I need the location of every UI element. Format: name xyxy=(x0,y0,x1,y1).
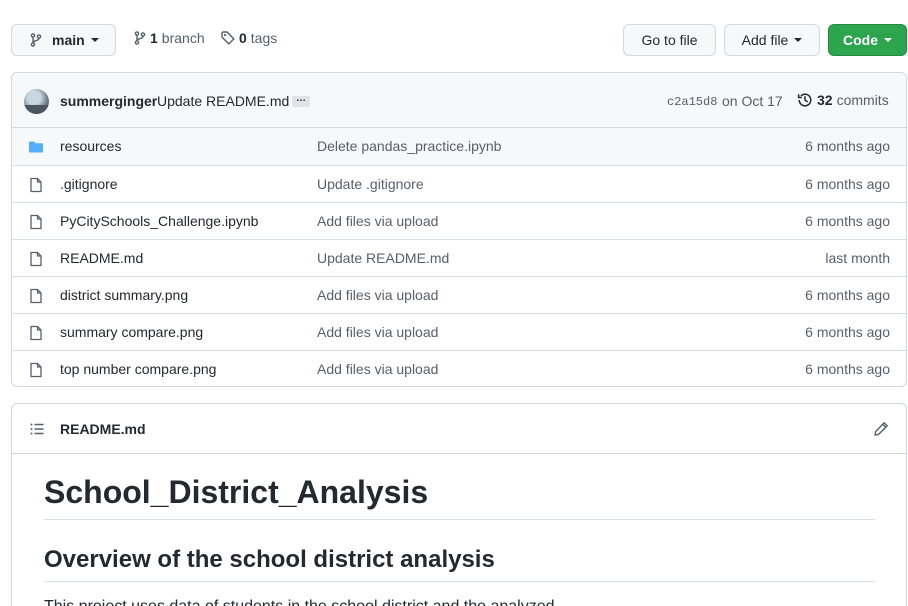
file-age: 6 months ago xyxy=(805,213,890,229)
file-name[interactable]: PyCitySchools_Challenge.ipynb xyxy=(60,213,258,229)
readme-header: README.md xyxy=(12,404,906,454)
file-name[interactable]: .gitignore xyxy=(60,176,118,192)
file-row[interactable]: PyCitySchools_Challenge.ipynb Add files v… xyxy=(12,202,906,239)
chevron-down-icon xyxy=(90,38,99,42)
branches-link[interactable]: 1 branch xyxy=(132,30,205,46)
add-file-button[interactable]: Add file xyxy=(724,24,820,56)
file-commit-message[interactable]: Add files via upload xyxy=(317,361,438,377)
readme-filename[interactable]: README.md xyxy=(60,421,146,437)
file-commit-message[interactable]: Add files via upload xyxy=(317,287,438,303)
readme-heading: School_District_Analysis xyxy=(44,474,429,510)
file-commit-message[interactable]: Update .gitignore xyxy=(317,176,424,192)
file-age: 6 months ago xyxy=(805,361,890,377)
tag-icon xyxy=(220,30,236,46)
commit-author[interactable]: summerginger xyxy=(60,93,157,109)
list-unordered-icon[interactable] xyxy=(29,421,45,437)
heading-divider xyxy=(44,519,875,520)
go-to-file-button[interactable]: Go to file xyxy=(623,24,716,56)
latest-commit-bar: summerginger Update README.md … c2a15d8 … xyxy=(12,73,906,128)
file-listing: summerginger Update README.md … c2a15d8 … xyxy=(11,72,907,387)
file-age: 6 months ago xyxy=(805,324,890,340)
branch-label: branch xyxy=(161,30,205,46)
file-name[interactable]: district summary.png xyxy=(60,287,188,303)
add-file-label: Add file xyxy=(741,32,789,48)
file-icon xyxy=(28,177,44,193)
readme-subheading: Overview of the school district analysis xyxy=(44,546,495,573)
branch-selector-button[interactable]: main xyxy=(11,24,116,56)
code-label: Code xyxy=(843,32,878,48)
file-icon xyxy=(28,325,44,341)
readme-paragraph: This project uses data of students in th… xyxy=(44,598,555,606)
file-row[interactable]: README.md Update README.md last month xyxy=(12,239,906,276)
file-icon xyxy=(28,362,44,378)
file-name[interactable]: top number compare.png xyxy=(60,361,216,377)
commits-link[interactable]: 32 commits xyxy=(797,92,889,108)
file-icon xyxy=(28,251,44,267)
tag-label: tags xyxy=(250,30,278,46)
folder-icon xyxy=(28,139,44,155)
branch-count: 1 xyxy=(150,30,158,46)
commit-expand-button[interactable]: … xyxy=(292,94,310,107)
subheading-divider xyxy=(44,581,875,582)
tag-count: 0 xyxy=(239,30,247,46)
file-row[interactable]: .gitignore Update .gitignore 6 months ago xyxy=(12,165,906,202)
file-row[interactable]: district summary.png Add files via upload… xyxy=(12,276,906,313)
file-icon xyxy=(28,214,44,230)
file-row[interactable]: resources Delete pandas_practice.ipynb 6 m… xyxy=(12,128,906,165)
file-commit-message[interactable]: Add files via upload xyxy=(317,324,438,340)
commit-count-label: commits xyxy=(836,92,889,108)
file-age: 6 months ago xyxy=(805,176,890,192)
commit-count: 32 xyxy=(817,92,833,108)
file-age: last month xyxy=(825,250,890,266)
file-commit-message[interactable]: Add files via upload xyxy=(317,213,438,229)
avatar[interactable] xyxy=(24,89,49,114)
tags-link[interactable]: 0 tags xyxy=(220,30,277,46)
chevron-down-icon xyxy=(794,38,803,42)
file-row[interactable]: top number compare.png Add files via uplo… xyxy=(12,350,906,386)
file-icon xyxy=(28,288,44,304)
chevron-down-icon xyxy=(884,38,892,42)
git-branch-icon xyxy=(28,32,44,48)
history-icon xyxy=(797,92,813,108)
code-button[interactable]: Code xyxy=(828,24,907,56)
file-name[interactable]: README.md xyxy=(60,250,143,266)
commit-date: on Oct 17 xyxy=(722,93,783,109)
file-commit-message[interactable]: Update README.md xyxy=(317,250,449,266)
readme-panel: README.md School_District_Analysis Overv… xyxy=(11,403,907,606)
file-name[interactable]: resources xyxy=(60,138,121,154)
pencil-icon[interactable] xyxy=(873,421,889,437)
branch-name: main xyxy=(52,32,85,48)
go-to-file-label: Go to file xyxy=(641,32,698,48)
commit-message[interactable]: Update README.md xyxy=(157,93,289,109)
file-age: 6 months ago xyxy=(805,287,890,303)
file-commit-message[interactable]: Delete pandas_practice.ipynb xyxy=(317,138,501,154)
git-branch-icon xyxy=(132,30,148,46)
file-name[interactable]: summary compare.png xyxy=(60,324,203,340)
commit-sha[interactable]: c2a15d8 xyxy=(667,95,717,109)
file-row[interactable]: summary compare.png Add files via upload 6… xyxy=(12,313,906,350)
file-age: 6 months ago xyxy=(805,138,890,154)
